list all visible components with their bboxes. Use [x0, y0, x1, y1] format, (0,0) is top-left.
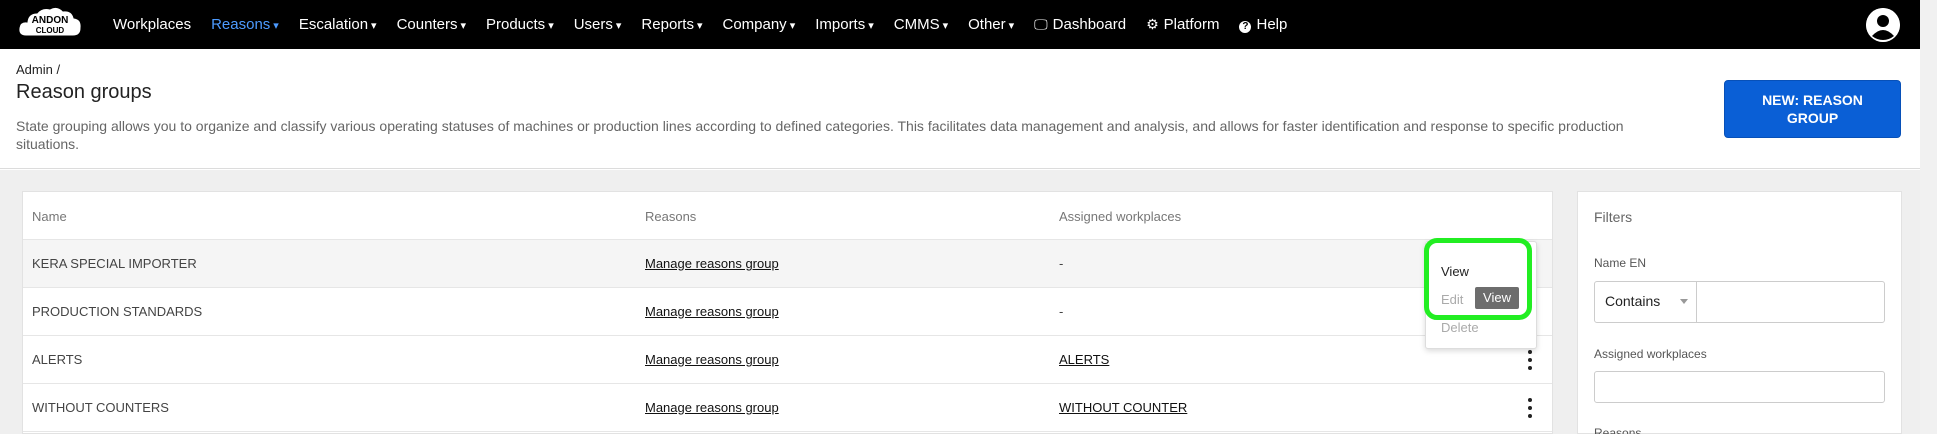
- filter-name-input[interactable]: [1696, 281, 1885, 323]
- table-header: Name Reasons Assigned workplaces: [23, 192, 1552, 240]
- nav-company[interactable]: Company ▾: [722, 16, 795, 33]
- manage-reasons-link[interactable]: Manage reasons group: [645, 304, 779, 319]
- row-name: ALERTS: [32, 352, 83, 367]
- row-name: WITHOUT COUNTERS: [32, 400, 169, 415]
- column-header-reasons[interactable]: Reasons: [645, 209, 696, 224]
- manage-reasons-link[interactable]: Manage reasons group: [645, 256, 779, 271]
- more-vertical-icon[interactable]: [1522, 398, 1538, 418]
- workplace-link[interactable]: WITHOUT COUNTER: [1059, 400, 1187, 415]
- filter-operator-select[interactable]: Contains: [1594, 281, 1697, 323]
- filter-operator-value: Contains: [1605, 293, 1661, 309]
- nav-users[interactable]: Users ▾: [574, 16, 622, 33]
- row-workplaces: -: [1059, 256, 1064, 271]
- nav-products[interactable]: Products ▾: [486, 16, 554, 33]
- nav-reports[interactable]: Reports ▾: [641, 16, 702, 33]
- svg-text:CLOUD: CLOUD: [36, 26, 65, 35]
- manage-reasons-link[interactable]: Manage reasons group: [645, 400, 779, 415]
- reason-groups-table: Name Reasons Assigned workplaces KERA SP…: [22, 191, 1553, 434]
- filters-title: Filters: [1594, 209, 1633, 225]
- caret-down-icon: [1680, 299, 1688, 304]
- page-scrollbar[interactable]: [1920, 0, 1937, 434]
- chevron-down-icon: ▾: [548, 20, 554, 32]
- filter-workplaces-input[interactable]: [1594, 371, 1885, 403]
- row-name: KERA SPECIAL IMPORTER: [32, 256, 197, 271]
- page-header: Admin / Reason groups State grouping all…: [0, 49, 1920, 169]
- chevron-down-icon: ▾: [371, 20, 377, 32]
- table-row[interactable]: WITHOUT COUNTERS Manage reasons group WI…: [23, 384, 1552, 432]
- nav-workplaces[interactable]: Workplaces: [113, 16, 191, 33]
- table-row[interactable]: PRODUCTION STANDARDS Manage reasons grou…: [23, 288, 1552, 336]
- chevron-down-icon: ▾: [615, 20, 622, 32]
- nav-reports-label: Reports: [641, 16, 694, 33]
- nav-company-label: Company: [722, 16, 787, 33]
- nav-dashboard[interactable]: 🖵 Dashboard: [1034, 16, 1126, 33]
- menu-item-edit[interactable]: Edit: [1441, 292, 1463, 307]
- andon-cloud-logo[interactable]: ANDON CLOUD: [16, 4, 84, 46]
- content-area: Name Reasons Assigned workplaces KERA SP…: [0, 170, 1920, 434]
- filter-name-label: Name EN: [1594, 256, 1647, 270]
- nav-reasons[interactable]: Reasons ▾: [211, 16, 279, 33]
- nav-platform[interactable]: ⚙ Platform: [1146, 16, 1219, 33]
- question-circle-icon: ?: [1239, 21, 1252, 33]
- nav-other[interactable]: Other ▾: [968, 16, 1014, 33]
- nav-escalation-label: Escalation: [298, 16, 369, 33]
- gears-icon: ⚙: [1146, 16, 1159, 32]
- breadcrumb[interactable]: Admin /: [16, 62, 60, 77]
- page-title: Reason groups: [16, 81, 152, 103]
- nav-counters-label: Counters: [396, 16, 458, 33]
- nav-products-label: Products: [485, 16, 546, 33]
- chevron-down-icon: ▾: [868, 20, 874, 32]
- nav-cmms[interactable]: CMMS ▾: [894, 16, 948, 33]
- more-vertical-icon[interactable]: [1522, 350, 1538, 370]
- monitor-icon: 🖵: [1034, 16, 1048, 32]
- chevron-down-icon: ▾: [696, 20, 703, 32]
- nav-reasons-label: Reasons: [211, 16, 271, 33]
- column-header-workplaces[interactable]: Assigned workplaces: [1059, 209, 1181, 224]
- nav-workplaces-label: Workplaces: [113, 16, 192, 33]
- nav-help-label: Help: [1256, 16, 1288, 33]
- nav-dashboard-label: Dashboard: [1052, 16, 1127, 33]
- row-name: PRODUCTION STANDARDS: [32, 304, 203, 319]
- chevron-down-icon: ▾: [789, 20, 796, 32]
- menu-item-view[interactable]: View: [1441, 264, 1469, 279]
- svg-text:ANDON: ANDON: [32, 15, 69, 26]
- chevron-down-icon: ▾: [460, 20, 466, 32]
- manage-reasons-link[interactable]: Manage reasons group: [645, 352, 779, 367]
- filter-reasons-label: Reasons: [1594, 426, 1642, 434]
- chevron-down-icon: ▾: [942, 20, 949, 32]
- new-reason-group-button[interactable]: NEW: REASON GROUP: [1724, 80, 1901, 138]
- column-header-name[interactable]: Name: [32, 209, 67, 224]
- view-tooltip: View: [1475, 287, 1519, 309]
- nav-users-label: Users: [573, 16, 613, 33]
- nav-escalation[interactable]: Escalation ▾: [299, 16, 377, 33]
- nav-counters[interactable]: Counters ▾: [397, 16, 466, 33]
- nav-other-label: Other: [968, 16, 1006, 33]
- user-avatar-icon[interactable]: [1866, 8, 1900, 42]
- nav-platform-label: Platform: [1163, 16, 1220, 33]
- top-navbar: ANDON CLOUD Workplaces Reasons ▾ Escalati…: [0, 0, 1920, 49]
- table-row[interactable]: KERA SPECIAL IMPORTER Manage reasons gro…: [23, 240, 1552, 288]
- nav-imports[interactable]: Imports ▾: [815, 16, 874, 33]
- table-row[interactable]: ALERTS Manage reasons group ALERTS: [23, 336, 1552, 384]
- page-description: State grouping allows you to organize an…: [16, 118, 1624, 152]
- filter-workplaces-label: Assigned workplaces: [1594, 347, 1707, 361]
- filters-panel: Filters Name EN Contains Assigned workpl…: [1577, 191, 1902, 434]
- nav-help[interactable]: ? Help: [1239, 16, 1287, 33]
- main-menu: Workplaces Reasons ▾ Escalation ▾ Counters…: [113, 0, 1307, 49]
- chevron-down-icon: ▾: [273, 20, 279, 32]
- row-workplaces: -: [1059, 304, 1064, 319]
- nav-imports-label: Imports: [815, 16, 866, 33]
- chevron-down-icon: ▾: [1008, 20, 1015, 32]
- menu-item-delete[interactable]: Delete: [1441, 320, 1479, 335]
- nav-cmms-label: CMMS: [893, 16, 940, 33]
- workplace-link[interactable]: ALERTS: [1059, 352, 1109, 367]
